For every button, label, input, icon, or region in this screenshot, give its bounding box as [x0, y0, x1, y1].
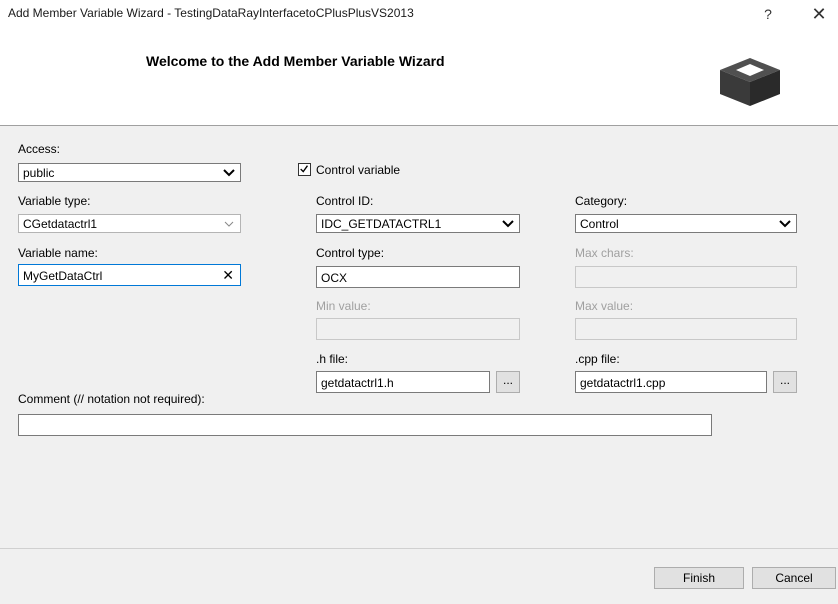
- chevron-down-icon: [224, 221, 234, 227]
- max-value-label: Max value:: [575, 299, 634, 313]
- max-chars-label: Max chars:: [575, 246, 634, 260]
- chevron-down-icon: [502, 220, 514, 228]
- control-id-value: IDC_GETDATACTRL1: [321, 217, 442, 231]
- variable-type-dropdown[interactable]: CGetdatactrl1: [18, 214, 241, 233]
- max-value-input: [575, 318, 797, 340]
- control-id-label: Control ID:: [316, 194, 374, 208]
- variable-name-input[interactable]: MyGetDataCtrl ✕: [18, 264, 241, 286]
- chevron-down-icon: [779, 220, 791, 228]
- variable-name-value: MyGetDataCtrl: [23, 269, 103, 283]
- max-chars-input: [575, 266, 797, 288]
- close-button[interactable]: ✕: [800, 2, 838, 26]
- cpp-file-input[interactable]: getdatactrl1.cpp: [575, 371, 767, 393]
- wizard-heading: Welcome to the Add Member Variable Wizar…: [146, 53, 445, 69]
- min-value-input: [316, 318, 520, 340]
- control-id-dropdown[interactable]: IDC_GETDATACTRL1: [316, 214, 520, 233]
- control-type-value: OCX: [321, 271, 348, 285]
- cancel-button[interactable]: Cancel: [752, 567, 836, 589]
- control-type-label: Control type:: [316, 246, 385, 260]
- category-value: Control: [580, 217, 619, 231]
- chevron-down-icon: [223, 169, 235, 177]
- category-dropdown[interactable]: Control: [575, 214, 797, 233]
- wizard-header: [0, 28, 838, 126]
- cpp-file-value: getdatactrl1.cpp: [580, 376, 666, 390]
- control-variable-label: Control variable: [316, 163, 401, 177]
- variable-type-value: CGetdatactrl1: [23, 217, 98, 231]
- cpp-file-browse-button[interactable]: ...: [773, 371, 797, 393]
- comment-input[interactable]: [18, 414, 712, 436]
- wizard-logo-icon: [720, 58, 780, 106]
- finish-button[interactable]: Finish: [654, 567, 744, 589]
- cpp-file-label: .cpp file:: [575, 352, 620, 366]
- category-label: Category:: [575, 194, 628, 208]
- checkmark-icon: [300, 165, 309, 173]
- access-label: Access:: [18, 142, 61, 156]
- h-file-label: .h file:: [316, 352, 349, 366]
- footer-divider: [0, 548, 838, 549]
- variable-type-label: Variable type:: [18, 194, 91, 208]
- window-title: Add Member Variable Wizard - TestingData…: [8, 6, 414, 20]
- access-dropdown[interactable]: public: [18, 163, 241, 182]
- help-button[interactable]: ?: [752, 2, 784, 26]
- h-file-value: getdatactrl1.h: [321, 376, 394, 390]
- comment-label: Comment (// notation not required):: [18, 392, 205, 406]
- control-type-input[interactable]: OCX: [316, 266, 520, 288]
- control-variable-checkbox[interactable]: [298, 163, 311, 176]
- h-file-browse-button[interactable]: ...: [496, 371, 520, 393]
- variable-name-label: Variable name:: [18, 246, 98, 260]
- access-value: public: [23, 166, 55, 180]
- min-value-label: Min value:: [316, 299, 371, 313]
- clear-icon[interactable]: ✕: [222, 267, 234, 284]
- h-file-input[interactable]: getdatactrl1.h: [316, 371, 490, 393]
